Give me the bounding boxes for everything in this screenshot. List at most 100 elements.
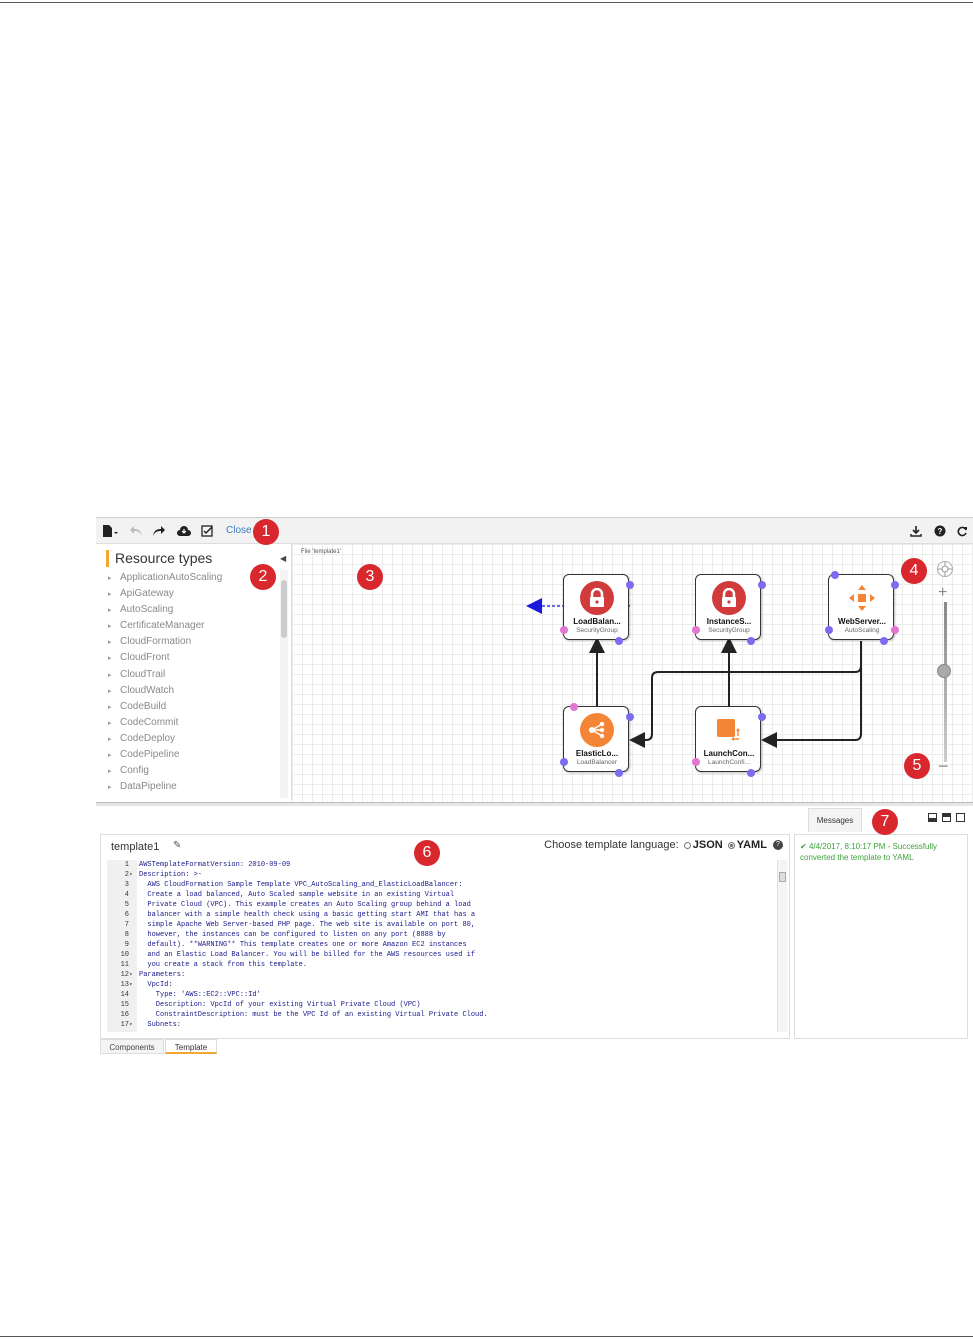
redo-icon[interactable] xyxy=(151,523,167,539)
code-text: AWSTemplateFormatVersion: 2010-09-09 xyxy=(139,861,291,869)
fit-to-screen-icon[interactable] xyxy=(937,561,953,577)
zoom-slider-track[interactable] xyxy=(944,602,947,762)
undo-icon[interactable] xyxy=(128,523,144,539)
connection-port[interactable] xyxy=(831,571,839,579)
node-webserver-autoscaling[interactable]: WebServer... AutoScaling xyxy=(825,571,899,645)
resource-list-scrollbar[interactable] xyxy=(280,570,288,798)
close-button[interactable]: Close xyxy=(226,525,252,536)
code-line[interactable]: 5 Private Cloud (VPC). This example crea… xyxy=(107,900,773,910)
connection-port[interactable] xyxy=(758,581,766,589)
resource-type-item[interactable]: ▸ CertificateManager xyxy=(108,618,222,634)
resource-type-list: ▸ ApplicationAutoScaling ▸ ApiGateway ▸ Aut… xyxy=(108,570,222,795)
connection-port[interactable] xyxy=(891,581,899,589)
connection-port[interactable] xyxy=(747,637,755,645)
yaml-option-label[interactable]: YAML xyxy=(737,839,767,851)
validate-icon[interactable] xyxy=(200,523,216,539)
code-line[interactable]: 2▾ Description: >- xyxy=(107,870,773,880)
zoom-slider-handle[interactable] xyxy=(937,664,951,678)
save-cloud-icon[interactable] xyxy=(176,523,192,539)
node-launch-configuration[interactable]: LaunchCon... LaunchConfi... xyxy=(692,706,766,777)
callout-6: 6 xyxy=(414,840,440,866)
connection-port[interactable] xyxy=(560,758,568,766)
code-line[interactable]: 13▾ VpcId: xyxy=(107,980,773,990)
connection-port[interactable] xyxy=(626,581,634,589)
code-line[interactable]: 4 Create a load balanced, Auto Scaled sa… xyxy=(107,890,773,900)
code-text: Subnets: xyxy=(139,1021,182,1029)
refresh-icon[interactable] xyxy=(954,523,970,539)
code-line[interactable]: 3 AWS CloudFormation Sample Template VPC… xyxy=(107,880,773,890)
code-line[interactable]: 6 balancer with a simple health check us… xyxy=(107,910,773,920)
yaml-radio[interactable] xyxy=(727,841,735,849)
fold-toggle[interactable]: ▾ xyxy=(129,980,137,990)
connection-port[interactable] xyxy=(615,637,623,645)
json-radio[interactable] xyxy=(683,841,691,849)
code-editor[interactable]: 1 AWSTemplateFormatVersion: 2010-09-09 2▾ D… xyxy=(107,860,773,1032)
resource-type-item[interactable]: ▸ CodePipeline xyxy=(108,747,222,763)
code-line[interactable]: 15 Description: VpcId of your existing V… xyxy=(107,1000,773,1010)
line-number: 12 xyxy=(120,971,129,979)
connection-port[interactable] xyxy=(692,758,700,766)
code-line[interactable]: 11 you create a stack from this template… xyxy=(107,960,773,970)
resource-type-item[interactable]: ▸ Config xyxy=(108,763,222,779)
help-icon[interactable]: ? xyxy=(932,523,948,539)
fold-toggle[interactable]: ▾ xyxy=(129,970,137,980)
zoom-out-icon[interactable]: − xyxy=(938,756,949,777)
resource-type-item[interactable]: ▸ CloudTrail xyxy=(108,667,222,683)
node-instance-securitygroup[interactable]: InstanceS... SecurityGroup xyxy=(692,574,766,645)
connection-port[interactable] xyxy=(747,769,755,777)
code-line[interactable]: 10 and an Elastic Load Balancer. You wil… xyxy=(107,950,773,960)
tab-template[interactable]: Template xyxy=(165,1039,217,1054)
connection-port[interactable] xyxy=(825,626,833,634)
connection-port[interactable] xyxy=(615,769,623,777)
code-line[interactable]: 17▾ Subnets: xyxy=(107,1020,773,1030)
tab-messages[interactable]: Messages xyxy=(808,808,862,832)
code-scrollbar[interactable] xyxy=(777,860,787,1032)
code-line[interactable]: 7 simple Apache Web Server-based PHP pag… xyxy=(107,920,773,930)
help-icon[interactable]: ? xyxy=(773,840,783,851)
layout-top-icon[interactable] xyxy=(942,813,951,822)
layout-bottom-icon[interactable] xyxy=(928,813,937,822)
file-menu-icon[interactable] xyxy=(102,523,118,539)
resource-type-item[interactable]: ▸ CodeDeploy xyxy=(108,731,222,747)
layout-full-icon[interactable] xyxy=(956,813,965,822)
node-loadbalancer-securitygroup[interactable]: LoadBalan... SecurityGroup xyxy=(560,574,634,645)
fold-toggle[interactable]: ▾ xyxy=(129,1020,137,1030)
scrollbar-thumb[interactable] xyxy=(779,872,786,882)
code-line[interactable]: 8 however, the instances can be configur… xyxy=(107,930,773,940)
code-line[interactable]: 12▾ Parameters: xyxy=(107,970,773,980)
code-line[interactable]: 16 ConstraintDescription: must be the VP… xyxy=(107,1010,773,1020)
json-option-label[interactable]: JSON xyxy=(693,839,723,851)
line-number: 16 xyxy=(120,1011,129,1019)
collapse-panel-icon[interactable]: ◀ xyxy=(280,554,286,563)
connection-port[interactable] xyxy=(692,626,700,634)
scrollbar-thumb[interactable] xyxy=(281,580,287,638)
resource-type-item[interactable]: ▸ AutoScaling xyxy=(108,602,222,618)
node-elastic-loadbalancer[interactable]: ElasticLo... LoadBalancer xyxy=(560,703,634,777)
tab-components[interactable]: Components xyxy=(100,1039,164,1054)
node-title: InstanceS... xyxy=(706,617,752,626)
connection-port[interactable] xyxy=(880,637,888,645)
connection-port[interactable] xyxy=(626,713,634,721)
resource-type-item[interactable]: ▸ ApplicationAutoScaling xyxy=(108,570,222,586)
resource-type-item[interactable]: ▸ CloudFront xyxy=(108,650,222,666)
code-line[interactable]: 9 default). **WARNING** This template cr… xyxy=(107,940,773,950)
language-prompt: Choose template language: xyxy=(544,839,679,851)
connection-port[interactable] xyxy=(758,713,766,721)
fold-toggle[interactable]: ▾ xyxy=(129,870,137,880)
download-icon[interactable] xyxy=(908,523,924,539)
connection-port[interactable] xyxy=(891,626,899,634)
connection-port[interactable] xyxy=(560,626,568,634)
resource-type-item[interactable]: ▸ DataPipeline xyxy=(108,779,222,795)
resource-type-item[interactable]: ▸ CloudFormation xyxy=(108,634,222,650)
zoom-in-icon[interactable]: + xyxy=(938,584,947,602)
resource-type-item[interactable]: ▸ CodeBuild xyxy=(108,699,222,715)
resource-type-item[interactable]: ▸ ApiGateway xyxy=(108,586,222,602)
code-line[interactable]: 14 Type: 'AWS::EC2::VPC::Id' xyxy=(107,990,773,1000)
design-canvas[interactable]: File 'template1' LoadBalan... SecurityGr… xyxy=(292,544,973,802)
resource-type-item[interactable]: ▸ CloudWatch xyxy=(108,683,222,699)
code-line[interactable]: 1 AWSTemplateFormatVersion: 2010-09-09 xyxy=(107,860,773,870)
resource-type-item[interactable]: ▸ CodeCommit xyxy=(108,715,222,731)
connection-port[interactable] xyxy=(570,703,578,711)
pencil-icon[interactable]: ✎ xyxy=(173,840,181,851)
pane-splitter[interactable] xyxy=(96,802,973,806)
